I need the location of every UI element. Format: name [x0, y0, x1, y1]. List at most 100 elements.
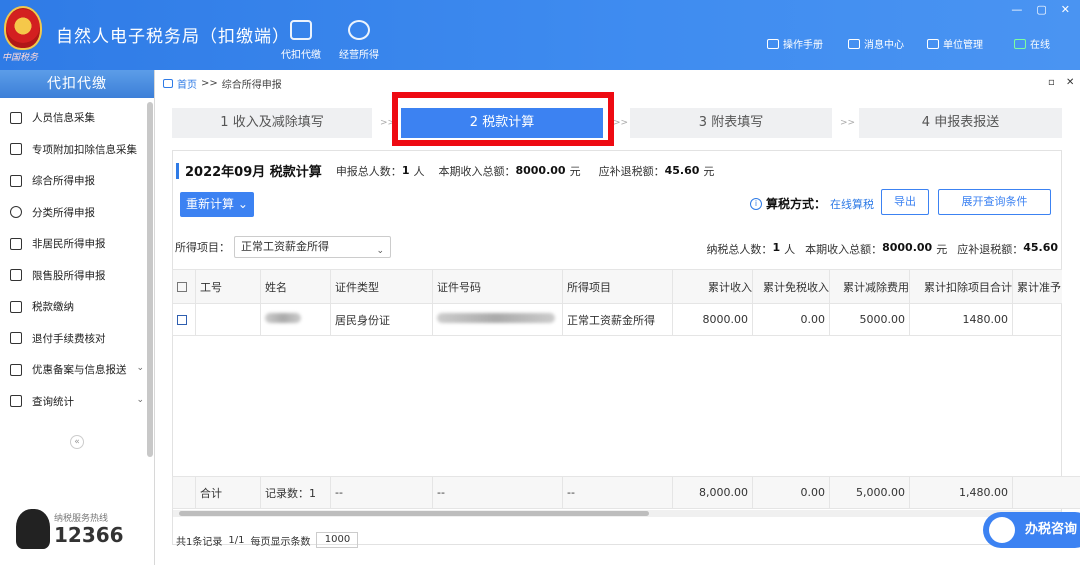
select-all-header[interactable] [172, 269, 196, 304]
sidebar-item-label: 税款缴纳 [32, 301, 74, 314]
nav-manual[interactable]: 操作手册 [767, 36, 823, 51]
sidebar-item-preferential-filing[interactable]: 优惠备案与信息报送 ⌄ [0, 354, 154, 386]
taxpayers-unit: 人 [784, 243, 796, 256]
pager-total: 共1条记录 [176, 536, 223, 548]
tax-consult-button[interactable]: 办税咨询 [983, 512, 1080, 548]
pager: 共1条记录 1/1 每页显示条数 1000 [176, 532, 359, 548]
sidebar-scrollbar[interactable] [147, 102, 153, 457]
footer-cell [1012, 476, 1080, 509]
tool-business-income[interactable]: 经营所得 [334, 20, 384, 61]
sidebar-item-refund-fee[interactable]: 退付手续费核对 [0, 323, 154, 355]
col-header[interactable]: 证件类型 [330, 269, 433, 304]
layers-icon [10, 174, 22, 187]
table-footer-row: 合计 记录数：1 -- -- -- 8,000.00 0.00 5,000.00… [172, 476, 1080, 509]
row-select-cell[interactable] [172, 303, 196, 336]
panel-minimize-button[interactable]: ▫ [1048, 77, 1055, 88]
cell-id [195, 303, 261, 336]
minimize-button[interactable]: — [1011, 3, 1022, 16]
panel-close-button[interactable]: ✕ [1066, 77, 1074, 88]
app-title: 自然人电子税务局（扣缴端） [56, 27, 290, 47]
sidebar-item-classified-income[interactable]: 分类所得申报 [0, 197, 154, 229]
col-header[interactable]: 累计收入 [672, 269, 753, 304]
sidebar-item-nonresident-income[interactable]: 非居民所得申报 [0, 228, 154, 260]
taxpayers-label: 纳税总人数： [706, 243, 773, 256]
sidebar-item-tax-payment[interactable]: 税款缴纳 [0, 291, 154, 323]
tax-mode-label: 算税方式： [766, 197, 827, 211]
cell-cum-deduction: 5000.00 [829, 303, 910, 336]
search-list-icon [10, 395, 22, 408]
col-header[interactable]: 工号 [195, 269, 261, 304]
col-header[interactable]: 所得项目 [562, 269, 673, 304]
table-header-row: 工号 姓名 证件类型 证件号码 所得项目 累计收入 累计免税收入 累计减除费用 … [172, 269, 1062, 304]
refund2-value: 45.60 [1023, 241, 1058, 254]
tax-mode-value[interactable]: 在线算税 [830, 196, 874, 212]
home-icon [163, 79, 173, 88]
doc-icon [10, 363, 22, 376]
table-row[interactable]: 居民身份证 正常工资薪金所得 8000.00 0.00 5000.00 1480… [172, 303, 1062, 336]
info-icon[interactable]: i [750, 197, 762, 210]
headset-icon [16, 509, 50, 549]
tool-business-income-label: 经营所得 [339, 50, 379, 61]
tool-withholding[interactable]: 代扣代缴 [276, 20, 326, 61]
sidebar-item-personnel-info[interactable]: 人员信息采集 [0, 102, 154, 134]
sidebar-title: 代扣代缴 [0, 70, 154, 98]
col-header[interactable]: 累计免税收入 [752, 269, 830, 304]
step-4-submit[interactable]: 4 申报表报送 [859, 108, 1062, 138]
chevron-down-icon: ⌄ [237, 197, 248, 211]
sidebar-item-comprehensive-income[interactable]: 综合所得申报 [0, 165, 154, 197]
collapse-sidebar-button[interactable]: « [70, 435, 84, 449]
close-button[interactable]: ✕ [1061, 3, 1070, 16]
highlight-box [392, 92, 614, 146]
income2-label: 本期收入总额： [805, 243, 883, 256]
export-button[interactable]: 导出 [881, 189, 929, 215]
per-page-input[interactable]: 1000 [316, 532, 359, 548]
checkbox[interactable] [177, 282, 187, 292]
cell-cum-items: 1480.00 [909, 303, 1013, 336]
table-hscrollbar[interactable] [173, 510, 1061, 517]
chevron-down-icon: ⌄ [376, 246, 384, 256]
footer-cum-income: 8,000.00 [672, 476, 753, 509]
sidebar-item-label: 综合所得申报 [32, 175, 95, 188]
refund-value: 45.60 [664, 164, 700, 177]
tax-calc-table: 工号 姓名 证件类型 证件号码 所得项目 累计收入 累计免税收入 累计减除费用 … [172, 269, 1062, 508]
recalculate-label: 重新计算 [186, 197, 235, 211]
sidebar-item-label: 优惠备案与信息报送 [32, 364, 127, 377]
app-header: 中国税务 自然人电子税务局（扣缴端） 代扣代缴 经营所得 操作手册 消息中心 单… [0, 0, 1080, 70]
breadcrumb-home[interactable]: 首页 [177, 76, 197, 91]
sidebar-item-special-deduction[interactable]: 专项附加扣除信息采集 [0, 134, 154, 166]
sidebar-item-restricted-stock[interactable]: 限售股所得申报 [0, 260, 154, 292]
cell-extra [1012, 303, 1062, 336]
col-header[interactable]: 姓名 [260, 269, 331, 304]
refund2-label: 应补退税额： [957, 243, 1024, 256]
cell-id-type: 居民身份证 [330, 303, 433, 336]
recalculate-button[interactable]: 重新计算 ⌄ [180, 192, 254, 217]
scroll-thumb[interactable] [179, 511, 649, 516]
nav-messages[interactable]: 消息中心 [848, 36, 904, 51]
period-title: 2022年09月 税款计算 [185, 165, 322, 180]
sidebar-item-query-stats[interactable]: 查询统计 ⌄ [0, 386, 154, 418]
expand-query-button[interactable]: 展开查询条件 [938, 189, 1051, 215]
cell-cum-income: 8000.00 [672, 303, 753, 336]
redacted-id-number [437, 313, 555, 323]
redacted-name [265, 313, 301, 323]
nav-online-status[interactable]: 在线 [1014, 36, 1050, 51]
filter-label: 所得项目： [175, 241, 230, 254]
sidebar-item-label: 限售股所得申报 [32, 269, 106, 282]
sidebar-item-label: 查询统计 [32, 395, 74, 408]
checkbox[interactable] [177, 315, 187, 325]
sidebar-item-label: 退付手续费核对 [32, 332, 106, 345]
nav-unit-management[interactable]: 单位管理 [927, 36, 983, 51]
step-1-income[interactable]: 1 收入及减除填写 [172, 108, 372, 138]
footer-cum-exempt: 0.00 [752, 476, 830, 509]
income-item-select[interactable]: 正常工资薪金所得 ⌄ [234, 236, 391, 258]
footer-cum-deduction: 5,000.00 [829, 476, 910, 509]
step-3-schedule[interactable]: 3 附表填写 [630, 108, 832, 138]
col-header[interactable]: 证件号码 [432, 269, 563, 304]
col-header[interactable]: 累计扣除项目合计 [909, 269, 1013, 304]
person-plus-icon [10, 237, 22, 250]
income2-value: 8000.00 [882, 241, 933, 254]
restore-button[interactable]: ▢ [1036, 3, 1046, 16]
col-header[interactable]: 累计准予 [1012, 269, 1062, 304]
step-sep: >> [613, 118, 629, 128]
col-header[interactable]: 累计减除费用 [829, 269, 910, 304]
